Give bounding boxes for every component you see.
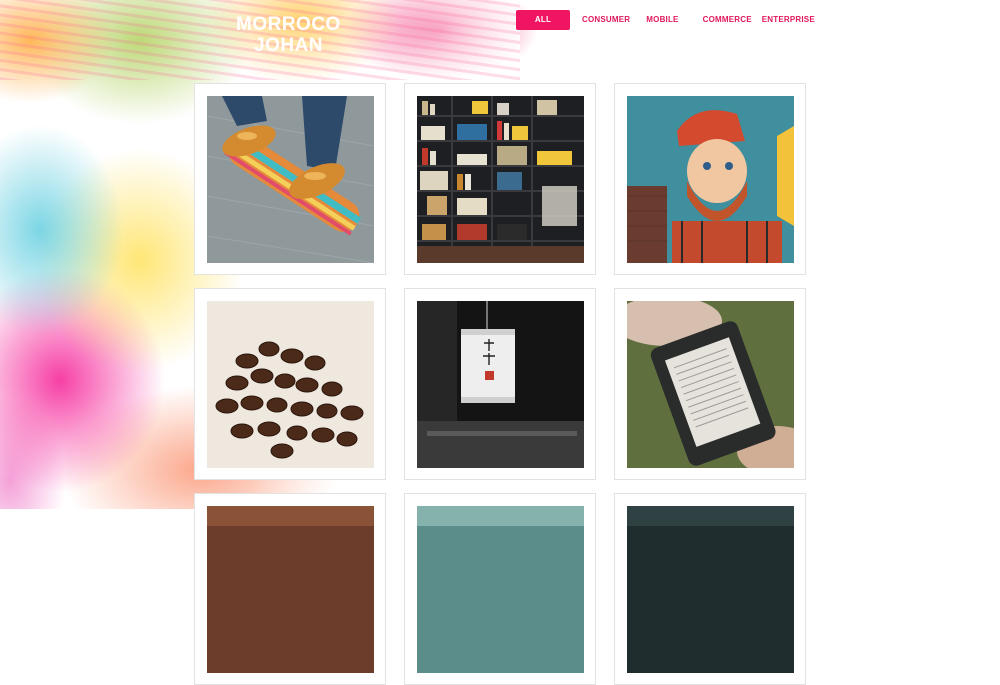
filter-commerce-button[interactable]: COMMERCE	[703, 10, 752, 30]
partial-photo-9	[627, 506, 794, 673]
filter-enterprise-button[interactable]: ENTERPRISE	[762, 10, 815, 30]
portfolio-item-mural[interactable]	[614, 83, 806, 275]
brand-line-2: JOHAN	[254, 35, 324, 56]
bearded-man-mural-photo	[627, 96, 794, 263]
portfolio-item-lantern[interactable]	[404, 288, 596, 480]
paper-lantern-photo	[417, 301, 584, 468]
portfolio-filter-nav: ALL CONSUMER MOBILE COMMERCE ENTERPRISE	[516, 10, 815, 30]
portfolio-item-ereader[interactable]	[614, 288, 806, 480]
portfolio-item-8[interactable]	[404, 493, 596, 685]
portfolio-item-skateboard[interactable]	[194, 83, 386, 275]
skateboard-shoes-photo	[207, 96, 374, 263]
partial-photo-7	[207, 506, 374, 673]
ereader-in-hands-photo	[627, 301, 794, 468]
bookshelf-photo	[417, 96, 584, 263]
coffee-beans-photo	[207, 301, 374, 468]
filter-mobile-button[interactable]: MOBILE	[646, 10, 678, 30]
portfolio-item-7[interactable]	[194, 493, 386, 685]
filter-consumer-button[interactable]: CONSUMER	[582, 10, 630, 30]
partial-photo-8	[417, 506, 584, 673]
brand-logo[interactable]: MORROCO JOHAN	[236, 14, 341, 56]
portfolio-item-coffee[interactable]	[194, 288, 386, 480]
brand-line-1: MORROCO	[236, 14, 341, 35]
portfolio-item-bookshelf[interactable]	[404, 83, 596, 275]
portfolio-item-9[interactable]	[614, 493, 806, 685]
filter-all-button[interactable]: ALL	[516, 10, 570, 30]
